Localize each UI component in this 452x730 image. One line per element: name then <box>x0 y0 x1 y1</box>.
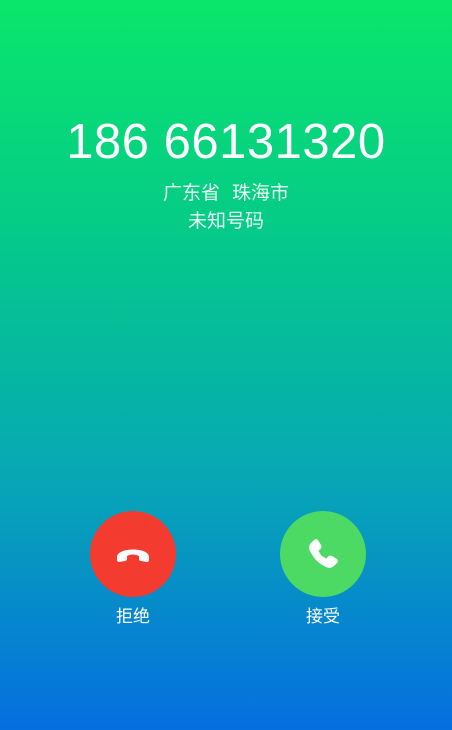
caller-phone-number: 186 66131320 <box>66 115 386 169</box>
accept-label: 接受 <box>306 607 340 627</box>
accept-action: 接受 <box>280 511 366 628</box>
caller-info: 186 66131320 广东省 珠海市 未知号码 <box>0 112 452 234</box>
hang-up-icon <box>117 549 149 562</box>
caller-tag: 未知号码 <box>187 210 264 232</box>
caller-location: 广东省 珠海市 <box>162 182 290 204</box>
decline-button[interactable] <box>90 511 176 597</box>
decline-action: 拒绝 <box>90 511 176 628</box>
phone-icon <box>309 539 338 568</box>
decline-label: 拒绝 <box>116 607 150 627</box>
incoming-call-screen: 186 66131320 广东省 珠海市 未知号码 拒绝 接受 <box>0 0 452 730</box>
accept-button[interactable] <box>280 511 366 597</box>
